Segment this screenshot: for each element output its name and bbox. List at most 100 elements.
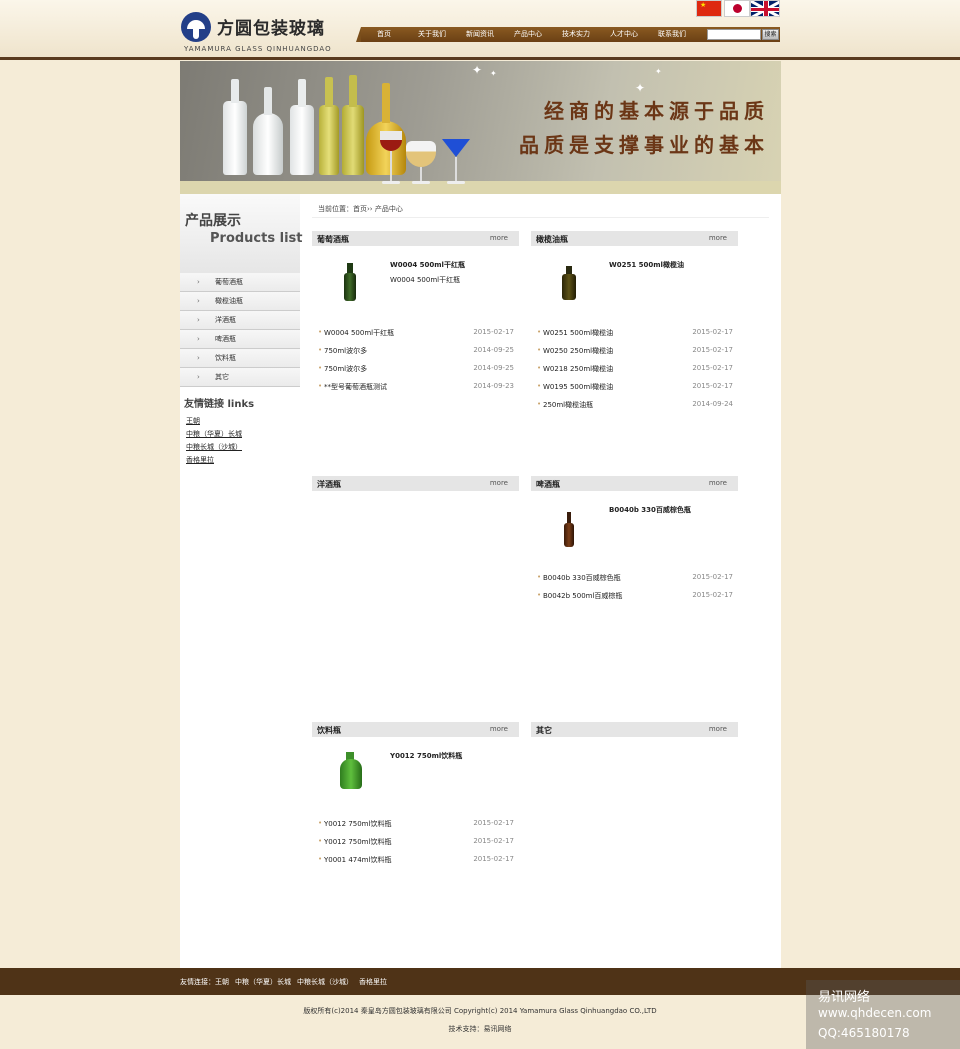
category-item[interactable]: › 葡萄酒瓶 bbox=[180, 273, 300, 292]
panel-title[interactable]: 啤酒瓶 bbox=[536, 479, 560, 490]
breadcrumb-path[interactable]: 首页›› 产品中心 bbox=[353, 205, 403, 213]
list-item-name[interactable]: Y0012 750ml饮料瓶 bbox=[324, 819, 391, 829]
panel-title[interactable]: 饮料瓶 bbox=[317, 725, 341, 736]
list-item-name[interactable]: Y0001 474ml饮料瓶 bbox=[324, 855, 391, 865]
list-item-name[interactable]: Y0012 750ml饮料瓶 bbox=[324, 837, 391, 847]
list-item[interactable]: • Y0012 750ml饮料瓶 2015-02-17 bbox=[312, 837, 519, 849]
list-item[interactable]: • W0218 250ml橄榄油 2015-02-17 bbox=[531, 364, 738, 376]
sidebar-title-en: Products list bbox=[210, 231, 303, 246]
panel-title[interactable]: 橄榄油瓶 bbox=[536, 234, 568, 245]
list-item-name[interactable]: B0042b 500ml百威棕瓶 bbox=[543, 591, 622, 601]
nav-careers[interactable]: 人才中心 bbox=[603, 27, 645, 42]
footer-link[interactable]: 中粮长城（沙城） bbox=[297, 978, 353, 986]
featured-product-title[interactable]: Y0012 750ml饮料瓶 bbox=[390, 751, 462, 761]
flag-uk-icon[interactable] bbox=[750, 0, 780, 17]
nav-products[interactable]: 产品中心 bbox=[507, 27, 549, 42]
more-link[interactable]: more bbox=[709, 725, 727, 733]
nav-news[interactable]: 新闻资讯 bbox=[459, 27, 501, 42]
list-item[interactable]: • Y0012 750ml饮料瓶 2015-02-17 bbox=[312, 819, 519, 831]
list-item-name[interactable]: **型号葡萄酒瓶测试 bbox=[324, 382, 387, 392]
list-item[interactable]: • B0042b 500ml百威棕瓶 2015-02-17 bbox=[531, 591, 738, 603]
list-item[interactable]: • Y0001 474ml饮料瓶 2015-02-17 bbox=[312, 855, 519, 867]
logo-emblem-icon bbox=[181, 12, 211, 42]
bottle-illustration bbox=[319, 77, 339, 175]
list-item[interactable]: • B0040b 330百威棕色瓶 2015-02-17 bbox=[531, 573, 738, 585]
category-item[interactable]: › 其它 bbox=[180, 368, 300, 387]
search-button[interactable]: 搜索 bbox=[762, 29, 779, 40]
watermark: 易讯网络 www.qhdecen.com QQ:465180178 bbox=[806, 980, 960, 1049]
category-item[interactable]: › 饮料瓶 bbox=[180, 349, 300, 368]
footer-link[interactable]: 王朝 bbox=[215, 978, 229, 986]
footer-links-label: 友情连接： bbox=[180, 978, 215, 986]
product-thumbnail[interactable] bbox=[537, 253, 601, 309]
list-item-date: 2015-02-17 bbox=[473, 855, 514, 863]
more-link[interactable]: more bbox=[490, 234, 508, 242]
category-item[interactable]: › 橄榄油瓶 bbox=[180, 292, 300, 311]
featured-product-title[interactable]: B0040b 330百威棕色瓶 bbox=[609, 505, 691, 515]
more-link[interactable]: more bbox=[709, 479, 727, 487]
more-link[interactable]: more bbox=[490, 479, 508, 487]
category-item[interactable]: › 啤酒瓶 bbox=[180, 330, 300, 349]
friend-link[interactable]: 王朝 bbox=[186, 416, 200, 426]
chevron-right-icon: › bbox=[197, 373, 200, 381]
nav-home[interactable]: 首页 bbox=[365, 27, 403, 42]
list-item[interactable]: • 250ml橄榄油瓶 2014-09-24 bbox=[531, 400, 738, 412]
nav-contact[interactable]: 联系我们 bbox=[651, 27, 693, 42]
featured-product-title[interactable]: W0004 500ml干红瓶 bbox=[390, 260, 465, 270]
list-item-date: 2015-02-17 bbox=[473, 837, 514, 845]
nav-technology[interactable]: 技术实力 bbox=[555, 27, 597, 42]
list-item-date: 2015-02-17 bbox=[692, 573, 733, 581]
list-item[interactable]: • W0195 500ml橄榄油 2015-02-17 bbox=[531, 382, 738, 394]
friend-link[interactable]: 中粮（华夏）长城 bbox=[186, 429, 242, 439]
watermark-url: www.qhdecen.com bbox=[818, 1006, 932, 1020]
friend-link[interactable]: 香格里拉 bbox=[186, 455, 214, 465]
product-thumbnail[interactable] bbox=[318, 253, 382, 309]
list-item-name[interactable]: W0250 250ml橄榄油 bbox=[543, 346, 613, 356]
footer-link[interactable]: 香格里拉 bbox=[359, 978, 387, 986]
flag-jp-icon[interactable] bbox=[724, 0, 750, 17]
friend-link[interactable]: 中粮长城（沙城） bbox=[186, 442, 242, 452]
list-item-name[interactable]: B0040b 330百威棕色瓶 bbox=[543, 573, 621, 583]
more-link[interactable]: more bbox=[709, 234, 727, 242]
list-item[interactable]: • W0251 500ml橄榄油 2015-02-17 bbox=[531, 328, 738, 340]
list-item-name[interactable]: 250ml橄榄油瓶 bbox=[543, 400, 593, 410]
category-item[interactable]: › 洋酒瓶 bbox=[180, 311, 300, 330]
list-item[interactable]: • W0250 250ml橄榄油 2015-02-17 bbox=[531, 346, 738, 358]
panel-title[interactable]: 其它 bbox=[536, 725, 552, 736]
panel-title[interactable]: 洋酒瓶 bbox=[317, 479, 341, 490]
product-panel: 饮料瓶 more Y0012 750ml饮料瓶 • Y0012 750ml饮料瓶 2… bbox=[312, 722, 519, 872]
site-logo[interactable]: 方圆包装玻璃 YAMAMURA GLASS QINHUANGDAO bbox=[181, 12, 331, 56]
panel-header: 其它 more bbox=[531, 722, 738, 737]
product-thumbnail[interactable] bbox=[537, 498, 601, 554]
flag-cn-icon[interactable]: ★ bbox=[696, 0, 722, 17]
category-label: 饮料瓶 bbox=[215, 354, 236, 362]
footer-link[interactable]: 中粮（华夏）长城 bbox=[235, 978, 291, 986]
featured-product-title[interactable]: W0251 500ml橄榄油 bbox=[609, 260, 684, 270]
list-item-date: 2015-02-17 bbox=[692, 346, 733, 354]
list-item[interactable]: • 750ml波尔多 2014-09-25 bbox=[312, 346, 519, 358]
nav-about[interactable]: 关于我们 bbox=[411, 27, 453, 42]
panel-title[interactable]: 葡萄酒瓶 bbox=[317, 234, 349, 245]
list-item[interactable]: • W0004 500ml干红瓶 2015-02-17 bbox=[312, 328, 519, 340]
list-item-date: 2015-02-17 bbox=[473, 819, 514, 827]
more-link[interactable]: more bbox=[490, 725, 508, 733]
category-label: 洋酒瓶 bbox=[215, 316, 236, 324]
list-item[interactable]: • **型号葡萄酒瓶测试 2014-09-23 bbox=[312, 382, 519, 394]
list-item-name[interactable]: W0195 500ml橄榄油 bbox=[543, 382, 613, 392]
list-item-name[interactable]: W0004 500ml干红瓶 bbox=[324, 328, 394, 338]
search-input[interactable] bbox=[707, 29, 761, 40]
list-item[interactable]: • 750ml波尔多 2014-09-25 bbox=[312, 364, 519, 376]
list-item-name[interactable]: W0218 250ml橄榄油 bbox=[543, 364, 613, 374]
category-label: 葡萄酒瓶 bbox=[215, 278, 243, 286]
list-item-name[interactable]: 750ml波尔多 bbox=[324, 346, 367, 356]
friend-links-title: 友情链接 links bbox=[184, 399, 255, 410]
banner-slogan-line1: 经商的基本源于品质 bbox=[544, 99, 769, 123]
sparkle-icon: ✦ bbox=[655, 67, 662, 76]
list-item-name[interactable]: W0251 500ml橄榄油 bbox=[543, 328, 613, 338]
brandy-glass-illustration bbox=[406, 141, 436, 167]
logo-text-cn: 方圆包装玻璃 bbox=[217, 19, 325, 39]
footer-links: 友情连接：王朝 中粮（华夏）长城 中粮长城（沙城） 香格里拉 bbox=[180, 977, 393, 987]
site-header: 方圆包装玻璃 YAMAMURA GLASS QINHUANGDAO ★ 首页 关… bbox=[0, 0, 960, 60]
product-thumbnail[interactable] bbox=[318, 744, 382, 800]
list-item-name[interactable]: 750ml波尔多 bbox=[324, 364, 367, 374]
